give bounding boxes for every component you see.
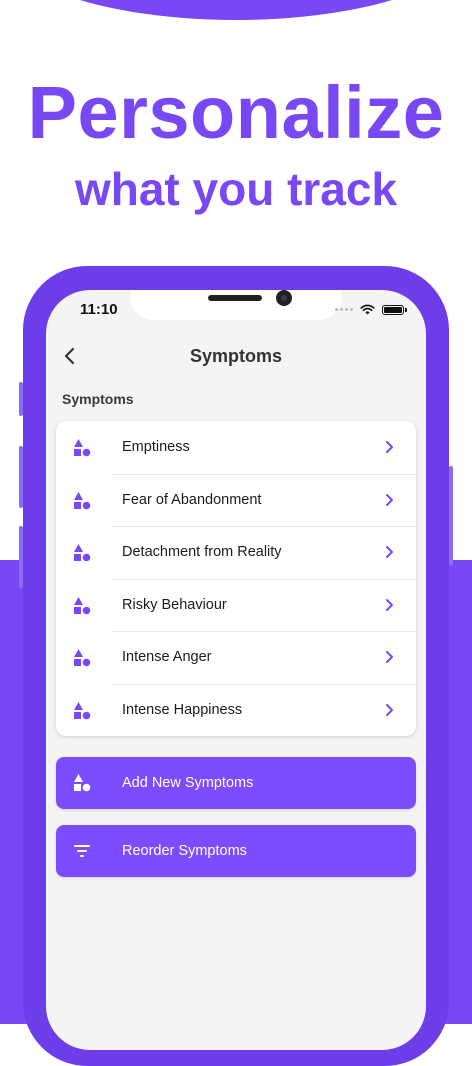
filter-icon xyxy=(74,845,90,857)
symptom-row-emptiness[interactable]: Emptiness xyxy=(56,421,416,474)
signal-dots-icon xyxy=(335,308,353,311)
symptom-label: Intense Happiness xyxy=(122,701,243,718)
shapes-icon xyxy=(74,439,91,457)
shapes-icon xyxy=(74,544,91,562)
chevron-right-icon xyxy=(386,546,393,558)
status-bar: 11:10 xyxy=(46,290,426,334)
wifi-icon xyxy=(360,304,375,315)
app-screen: 11:10 Symptoms Symptoms Emptiness Fear o… xyxy=(46,290,426,1050)
phone-volume-down-button xyxy=(19,526,23,588)
add-new-symptoms-label: Add New Symptoms xyxy=(122,775,254,791)
speaker xyxy=(208,295,262,301)
symptom-row-fear-of-abandonment[interactable]: Fear of Abandonment xyxy=(56,473,416,527)
reorder-symptoms-button[interactable]: Reorder Symptoms xyxy=(56,825,416,877)
symptom-row-risky-behaviour[interactable]: Risky Behaviour xyxy=(56,578,416,632)
chevron-right-icon xyxy=(386,598,393,611)
phone-mute-button xyxy=(19,382,23,416)
symptom-label: Detachment from Reality xyxy=(122,544,282,560)
shapes-icon xyxy=(74,491,91,509)
nav-bar: Symptoms xyxy=(46,340,426,374)
shapes-icon xyxy=(74,596,91,614)
phone-power-button xyxy=(449,466,453,566)
headline-subtitle: what you track xyxy=(74,163,398,215)
symptom-row-intense-anger[interactable]: Intense Anger xyxy=(56,631,416,684)
chevron-right-icon xyxy=(386,493,393,506)
symptoms-list: Emptiness Fear of Abandonment Detachment… xyxy=(56,421,416,736)
reorder-symptoms-label: Reorder Symptoms xyxy=(122,843,247,859)
symptom-label: Emptiness xyxy=(122,439,190,455)
chevron-right-icon xyxy=(386,651,393,663)
battery-icon xyxy=(382,304,407,315)
shapes-icon xyxy=(74,701,91,719)
page-title: Symptoms xyxy=(189,346,283,366)
camera xyxy=(276,290,292,306)
symptom-label: Fear of Abandonment xyxy=(122,491,262,508)
status-time: 11:10 xyxy=(80,301,118,318)
symptom-label: Intense Anger xyxy=(122,649,212,665)
phone-volume-up-button xyxy=(19,446,23,508)
section-label: Symptoms xyxy=(62,391,134,407)
chevron-right-icon xyxy=(386,703,393,716)
symptom-row-intense-happiness[interactable]: Intense Happiness xyxy=(56,683,416,737)
chevron-right-icon xyxy=(386,441,393,453)
headline-title: Personalize xyxy=(27,71,445,154)
shapes-icon xyxy=(74,649,91,667)
symptom-row-detachment-from-reality[interactable]: Detachment from Reality xyxy=(56,526,416,579)
top-decoration xyxy=(0,0,472,20)
add-new-symptoms-button[interactable]: Add New Symptoms xyxy=(56,757,416,809)
notch xyxy=(130,290,342,320)
status-icons xyxy=(335,304,407,315)
shapes-icon xyxy=(74,774,91,792)
symptom-label: Risky Behaviour xyxy=(122,596,227,613)
